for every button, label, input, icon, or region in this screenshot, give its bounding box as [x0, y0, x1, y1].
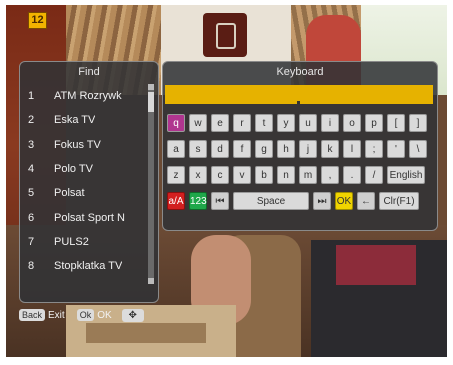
scroll-thumb[interactable]	[148, 92, 154, 112]
scroll-down-icon[interactable]	[148, 278, 154, 284]
list-item[interactable]: 8 Stopklatka TV	[22, 254, 146, 278]
list-item-number: 6	[28, 211, 35, 224]
skip-back-icon[interactable]: ⏮	[211, 192, 229, 210]
key-e[interactable]: e	[211, 114, 229, 132]
key-a[interactable]: a	[167, 140, 185, 158]
key-q[interactable]: q	[167, 114, 185, 132]
list-item-name: Polo TV	[54, 163, 93, 176]
clear-button[interactable]: Clr(F1)	[379, 192, 419, 210]
list-item[interactable]: 4 Polo TV	[22, 157, 146, 181]
key-left-bracket[interactable]: [	[387, 114, 405, 132]
background-table-top	[86, 323, 206, 343]
list-item-number: 4	[28, 163, 35, 176]
list-item-name: ATM Rozrywk	[54, 90, 122, 103]
key-h[interactable]: h	[277, 140, 295, 158]
list-item[interactable]: 6 Polsat Sport N	[22, 205, 146, 229]
numeric-toggle-button[interactable]: 123	[189, 192, 207, 210]
list-item[interactable]: 3 Fokus TV	[22, 133, 146, 157]
navigation-arrows-icon[interactable]	[121, 308, 144, 322]
list-item-name: Polsat Sport N	[54, 211, 125, 224]
background-sign	[203, 13, 247, 57]
key-r[interactable]: r	[233, 114, 251, 132]
key-b[interactable]: b	[255, 166, 273, 184]
key-i[interactable]: i	[321, 114, 339, 132]
key-u[interactable]: u	[299, 114, 317, 132]
key-apostrophe[interactable]: '	[387, 140, 405, 158]
key-p[interactable]: p	[365, 114, 383, 132]
key-semicolon[interactable]: ;	[365, 140, 383, 158]
key-d[interactable]: d	[211, 140, 229, 158]
list-item[interactable]: 1 ATM Rozrywk	[22, 84, 146, 108]
keyboard-panel: Keyboard q w e r t y u i o p [ ] a s d f…	[162, 61, 438, 231]
list-item-number: 3	[28, 138, 35, 151]
key-right-bracket[interactable]: ]	[409, 114, 427, 132]
scroll-up-icon[interactable]	[148, 84, 154, 90]
key-j[interactable]: j	[299, 140, 317, 158]
back-label: Exit	[48, 309, 65, 321]
key-period[interactable]: .	[343, 166, 361, 184]
key-l[interactable]: l	[343, 140, 361, 158]
key-t[interactable]: t	[255, 114, 273, 132]
ok-label: OK	[97, 309, 112, 321]
list-item[interactable]: 5 Polsat	[22, 181, 146, 205]
key-comma[interactable]: ,	[321, 166, 339, 184]
key-o[interactable]: o	[343, 114, 361, 132]
list-item-name: Eska TV	[54, 114, 96, 127]
key-w[interactable]: w	[189, 114, 207, 132]
key-m[interactable]: m	[299, 166, 317, 184]
list-item[interactable]: 2 Eska TV	[22, 108, 146, 132]
key-row-2: a s d f g h j k l ; ' \	[167, 140, 433, 158]
back-button[interactable]: Back	[19, 309, 46, 321]
key-row-1: q w e r t y u i o p [ ]	[167, 114, 433, 132]
space-button[interactable]: Space	[233, 192, 309, 210]
list-item-number: 1	[28, 90, 35, 103]
list-item[interactable]: 7 PULS2	[22, 230, 146, 254]
ok-key[interactable]: OK	[335, 192, 353, 210]
list-scrollbar[interactable]	[148, 84, 154, 284]
key-z[interactable]: z	[167, 166, 185, 184]
key-k[interactable]: k	[321, 140, 339, 158]
key-c[interactable]: c	[211, 166, 229, 184]
footer-hints: Back Exit Ok OK	[19, 304, 157, 326]
find-panel-title: Find	[78, 66, 100, 78]
backspace-arrow-icon[interactable]: ←	[357, 192, 375, 210]
key-s[interactable]: s	[189, 140, 207, 158]
list-item-name: Polsat	[54, 187, 85, 200]
background-shirt	[336, 245, 416, 285]
language-button[interactable]: English	[387, 166, 425, 184]
channel-list: 1 ATM Rozrywk 2 Eska TV 3 Fokus TV 4 Polo TV…	[22, 84, 146, 278]
key-x[interactable]: x	[189, 166, 207, 184]
channel-number-badge: 12	[28, 12, 47, 29]
key-g[interactable]: g	[255, 140, 273, 158]
key-backslash[interactable]: \	[409, 140, 427, 158]
key-v[interactable]: v	[233, 166, 251, 184]
skip-forward-icon[interactable]: ⏭	[313, 192, 331, 210]
case-toggle-button[interactable]: a/A	[167, 192, 185, 210]
find-panel: Find 1 ATM Rozrywk 2 Eska TV 3 Fokus TV 4 Po…	[19, 61, 159, 303]
keyboard-panel-title: Keyboard	[276, 66, 324, 78]
list-item-number: 8	[28, 260, 35, 273]
key-y[interactable]: y	[277, 114, 295, 132]
key-row-4: a/A 123 ⏮ Space ⏭ OK ← Clr(F1)	[167, 192, 433, 210]
ok-button[interactable]: Ok	[76, 309, 95, 321]
list-item-name: Stopklatka TV	[54, 260, 123, 273]
list-item-number: 5	[28, 187, 35, 200]
list-item-number: 2	[28, 114, 35, 127]
key-f[interactable]: f	[233, 140, 251, 158]
key-n[interactable]: n	[277, 166, 295, 184]
key-row-3: z x c v b n m , . / English	[167, 166, 433, 184]
list-item-number: 7	[28, 235, 35, 248]
text-cursor	[297, 101, 300, 104]
search-input[interactable]	[165, 85, 433, 104]
key-slash[interactable]: /	[365, 166, 383, 184]
keyboard-keys: q w e r t y u i o p [ ] a s d f g h j k …	[167, 114, 433, 218]
list-item-name: PULS2	[54, 235, 89, 248]
list-item-name: Fokus TV	[54, 138, 101, 151]
